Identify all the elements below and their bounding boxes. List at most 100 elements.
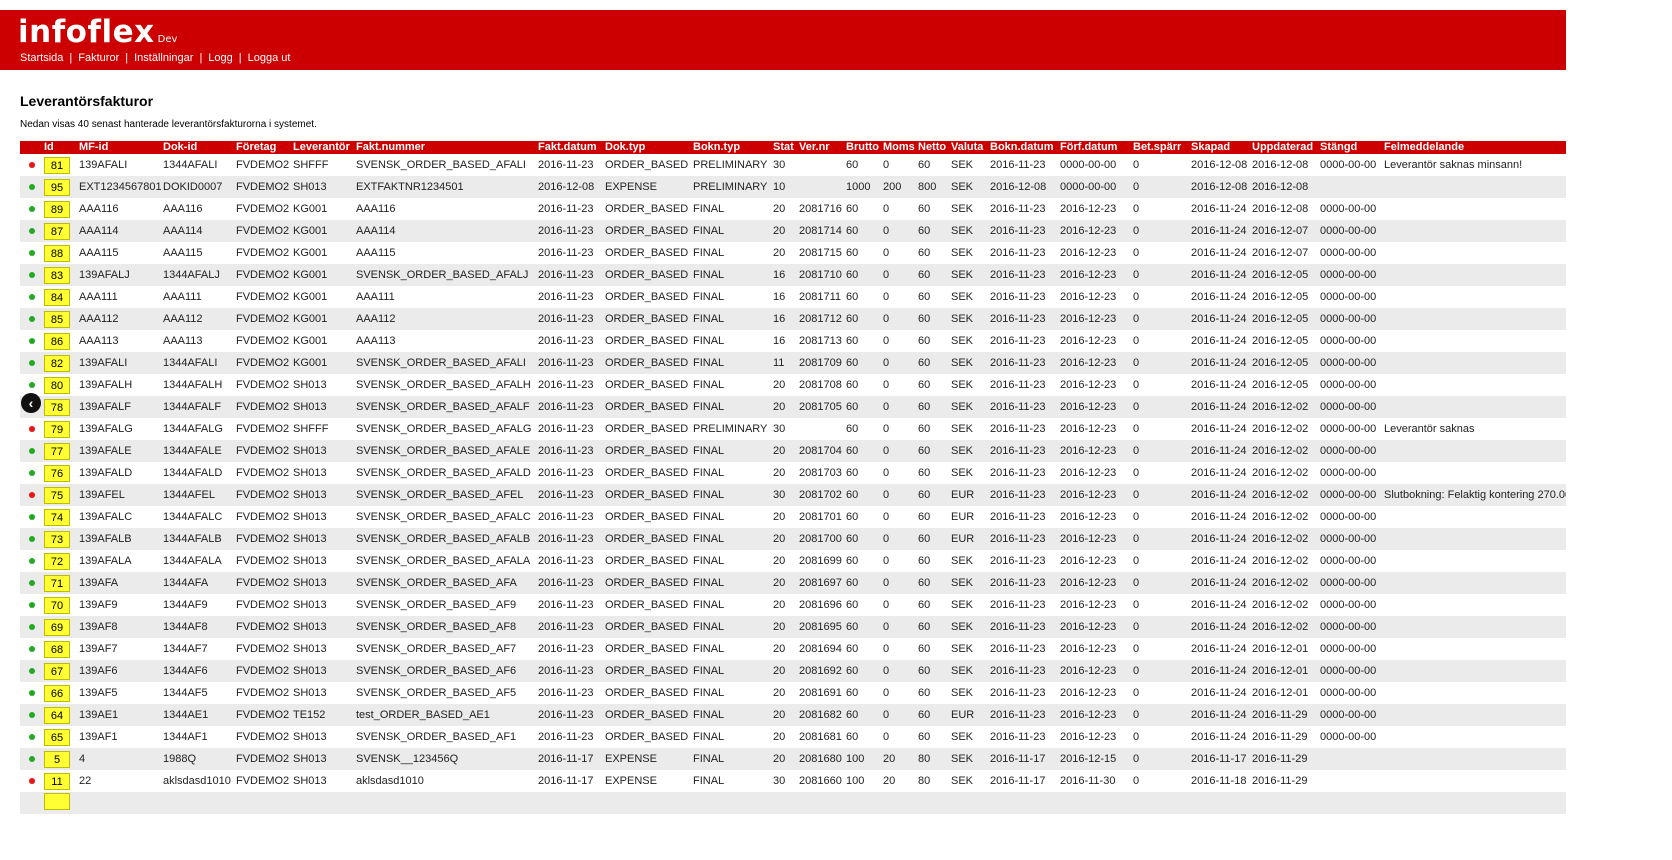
nav-link-logg[interactable]: Logg (208, 52, 232, 64)
nav-link-fakturor[interactable]: Fakturor (78, 52, 119, 64)
nav-link-startsida[interactable]: Startsida (20, 52, 63, 64)
invoice-id-button[interactable]: 87 (44, 222, 70, 240)
table-row: 88 AAA115 AAA115 FVDEMO2 KG001 AAA115 2016-11-… (20, 242, 1566, 264)
cell-bokn-typ: FINAL (693, 687, 725, 699)
cell-uppdaterad: 2016-12-05 (1250, 264, 1318, 286)
cell-fakt-datum: 2016-11-23 (538, 247, 594, 259)
invoice-id-button[interactable]: 75 (44, 486, 70, 504)
table-row: 72 139AFALA 1344AFALA FVDEMO2 SH013 SVENSK_OR… (20, 550, 1566, 572)
invoice-id-button[interactable]: 85 (44, 310, 70, 328)
cell-bokn-typ: PRELIMINARY (693, 159, 768, 171)
back-arrow-button[interactable]: ‹ (21, 393, 41, 413)
cell-forf-datum: 2016-12-23 (1060, 291, 1117, 303)
invoice-id-button[interactable]: 5 (44, 750, 70, 768)
cell-leverantor: KG001 (291, 352, 354, 374)
cell-brutto: 60 (846, 159, 859, 171)
cell-fakt-nummer: SVENSK_ORDER_BASED_AFALA (356, 555, 531, 567)
cell-valuta: SEK (951, 687, 974, 699)
invoice-id-button[interactable]: 72 (44, 552, 70, 570)
nav-link-installningar[interactable]: Inställningar (134, 52, 193, 64)
cell-skapad: 2016-11-24 (1191, 687, 1247, 699)
cell-leverantor: SH013 (293, 731, 327, 743)
cell-netto: 60 (918, 247, 931, 259)
cell-fakt-nummer: SVENSK_ORDER_BASED_AF1 (356, 731, 517, 743)
invoice-id-button[interactable]: 84 (44, 288, 70, 306)
invoice-id-button[interactable]: 76 (44, 464, 70, 482)
invoice-id-button[interactable]: 88 (44, 244, 70, 262)
cell-valuta: SEK (949, 440, 988, 462)
invoice-id-button[interactable]: 67 (44, 662, 70, 680)
cell-id: 74 (42, 506, 77, 528)
cell-mf-id: EXT1234567801 (77, 176, 161, 198)
cell-stangd: 0000-00-00 (1318, 484, 1382, 506)
cell-skapad: 2016-11-24 (1189, 528, 1250, 550)
invoice-id-button[interactable]: 83 (44, 266, 70, 284)
invoice-id-button[interactable]: 78 (44, 398, 70, 416)
cell-stangd: 0000-00-00 (1318, 704, 1382, 726)
cell-netto: 60 (916, 308, 949, 330)
cell-ver-nr (797, 418, 844, 440)
table-row: 85 AAA112 AAA112 FVDEMO2 KG001 AAA112 2016-11-… (20, 308, 1566, 330)
cell-fakt-datum: 2016-11-23 (536, 440, 603, 462)
cell-brutto: 60 (846, 687, 859, 699)
table-row: 65 139AF1 1344AF1 FVDEMO2 SH013 SVENSK_ORDER_… (20, 726, 1566, 748)
status-ok-icon (29, 294, 35, 300)
cell-leverantor: SH013 (291, 440, 354, 462)
cell-felmeddelande (1382, 198, 1566, 220)
invoice-id-button[interactable]: 69 (44, 618, 70, 636)
invoice-id-button[interactable]: 95 (44, 178, 70, 196)
invoice-id-button[interactable]: 82 (44, 354, 70, 372)
cell-stangd: 0000-00-00 (1318, 352, 1382, 374)
cell-netto: 60 (916, 616, 949, 638)
cell-stat: 16 (771, 308, 797, 330)
column-header-skapad: Skapad (1189, 141, 1250, 154)
cell-dok-typ: ORDER_BASED (605, 555, 689, 567)
invoice-id-button[interactable]: 68 (44, 640, 70, 658)
cell-ver-nr: 2081699 (799, 555, 842, 567)
status-cell (20, 308, 42, 330)
cell-bokn-typ: FINAL (691, 616, 771, 638)
invoice-id-button[interactable]: 89 (44, 200, 70, 218)
cell-ver-nr: 2081709 (797, 352, 844, 374)
cell-bokn-datum: 2016-11-17 (988, 748, 1058, 770)
cell-moms: 0 (881, 352, 916, 374)
table-row: 83 139AFALJ 1344AFALJ FVDEMO2 KG001 SVENSK_OR… (20, 264, 1566, 286)
invoice-id-button[interactable]: 77 (44, 442, 70, 460)
invoice-id-button[interactable]: 65 (44, 728, 70, 746)
invoice-id-button[interactable]: 86 (44, 332, 70, 350)
cell-bet-sparr: 0 (1133, 291, 1140, 303)
table-row: 66 139AF5 1344AF5 FVDEMO2 SH013 SVENSK_ORDER_… (20, 682, 1566, 704)
cell-bet-sparr: 0 (1131, 616, 1189, 638)
cell-moms: 0 (881, 528, 916, 550)
invoice-id-button[interactable]: 74 (44, 508, 70, 526)
cell-dok-typ: ORDER_BASED (603, 396, 691, 418)
cell-valuta: SEK (949, 264, 988, 286)
invoice-id-button[interactable]: 73 (44, 530, 70, 548)
cell-foretag: FVDEMO2 (236, 511, 290, 523)
cell-stangd: 0000-00-00 (1318, 616, 1382, 638)
cell-moms: 0 (881, 264, 916, 286)
cell-foretag: FVDEMO2 (234, 308, 291, 330)
cell-forf-datum: 2016-12-23 (1058, 220, 1131, 242)
cell-stangd: 0000-00-00 (1320, 599, 1377, 611)
cell-felmeddelande (1382, 792, 1566, 814)
cell-dok-typ: ORDER_BASED (603, 308, 691, 330)
invoice-id-button[interactable]: 80 (44, 376, 70, 394)
invoice-id-button[interactable]: 64 (44, 706, 70, 724)
invoice-id-button[interactable]: 11 (44, 772, 70, 790)
invoice-id-button[interactable]: 79 (44, 420, 70, 438)
cell-ver-nr: 2081704 (797, 440, 844, 462)
invoice-id-button[interactable]: 66 (44, 684, 70, 702)
cell-ver-nr: 2081713 (799, 335, 842, 347)
cell-felmeddelande (1382, 242, 1566, 264)
invoice-id-button[interactable]: 71 (44, 574, 70, 592)
invoice-id-button[interactable] (44, 793, 70, 810)
nav-link-logga-ut[interactable]: Logga ut (248, 52, 291, 64)
cell-fakt-nummer: SVENSK_ORDER_BASED_AFALD (356, 467, 531, 479)
invoice-id-button[interactable]: 81 (44, 156, 70, 174)
cell-brutto (844, 792, 881, 814)
cell-bokn-datum: 2016-11-23 (988, 308, 1058, 330)
cell-id: 89 (42, 198, 77, 220)
invoice-id-button[interactable]: 70 (44, 596, 70, 614)
cell-brutto: 60 (844, 264, 881, 286)
